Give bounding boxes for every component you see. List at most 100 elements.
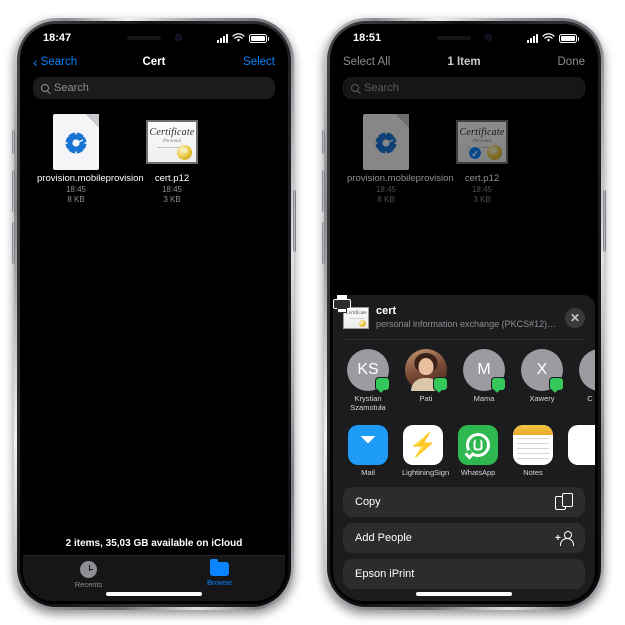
contact-item[interactable]: X Xawery (519, 349, 565, 412)
provisioning-profile-icon (363, 114, 409, 170)
certificate-seal-icon (487, 145, 502, 160)
avatar (405, 349, 448, 391)
battery-icon (249, 33, 269, 43)
file-item-cert[interactable]: Certificate Personal ✓ cert.p12 18:45 3 … (443, 113, 521, 205)
share-item-subtitle: personal information exchange (PKCS#12) … (376, 319, 558, 329)
printer-icon (333, 295, 351, 313)
file-item-provisioning[interactable]: provision.mobileprovision 18:45 8 KB (37, 113, 144, 205)
home-indicator[interactable] (106, 592, 202, 596)
file-icon-wrap: Certificate Personal ✓ (443, 113, 521, 171)
contact-name: Mama (473, 394, 495, 403)
share-item-title: cert (376, 305, 397, 317)
app-item-partial[interactable] (567, 425, 595, 477)
status-bar-indicators (217, 33, 269, 43)
avatar-initials: C (594, 361, 595, 378)
earpiece-speaker-icon (436, 35, 471, 40)
front-camera-icon (174, 34, 182, 41)
certificate-title: Certificate (459, 127, 505, 138)
action-label: Epson iPrint (355, 568, 415, 580)
power-button[interactable] (293, 190, 296, 252)
left-phone: 18:47 ‹ Search Cert Select Search provis… (12, 18, 296, 610)
certificate-seal-icon (177, 145, 192, 160)
tab-browse[interactable]: Browse (154, 559, 285, 587)
battery-icon (559, 33, 579, 43)
file-size: 8 KB (377, 194, 395, 204)
file-name: cert.p12 (154, 173, 190, 184)
app-label: LightiningSign (402, 468, 450, 477)
action-row-copy[interactable]: Copy (343, 487, 585, 517)
contact-item[interactable]: Pati (403, 349, 449, 412)
volume-down-button[interactable] (322, 222, 325, 264)
app-item-whatsapp[interactable]: WhatsApp (457, 425, 499, 477)
contact-item[interactable]: KS Krystian Szamotuła (345, 349, 391, 412)
contact-name: Xawery (529, 394, 555, 403)
left-phone-screen: 18:47 ‹ Search Cert Select Search provis… (23, 27, 285, 601)
avatar: X (521, 349, 564, 391)
close-icon[interactable]: ✕ (565, 307, 585, 328)
power-button[interactable] (603, 190, 606, 252)
action-row-epson-iprint[interactable]: Epson iPrint (333, 295, 585, 589)
search-input[interactable]: Search (33, 77, 275, 99)
file-item-cert[interactable]: Certificate Personal cert.p12 18:45 3 KB (133, 113, 211, 205)
file-grid: provision.mobileprovision 18:45 8 KB Cer… (23, 107, 285, 205)
action-list: Copy Add People + Epson iPrint (333, 295, 595, 589)
file-item-provisioning[interactable]: provision.mobileprovision 18:45 8 KB (347, 113, 454, 205)
search-placeholder: Search (364, 82, 399, 94)
notes-header-band (513, 425, 553, 435)
action-card-add-people: Add People + (343, 523, 585, 553)
select-button[interactable]: Select (243, 56, 275, 68)
notes-lines (517, 438, 549, 463)
contact-name: Krystian Szamotuła (350, 394, 386, 412)
apps-row[interactable]: Mail ⚡ LightiningSign WhatsApp Notes (333, 418, 595, 483)
action-label: Copy (355, 496, 381, 508)
file-time: 18:45 (161, 184, 183, 194)
select-all-button[interactable]: Select All (343, 56, 390, 68)
file-time: 18:45 (375, 184, 397, 194)
volume-up-button[interactable] (12, 170, 15, 212)
right-phone: 18:51 Select All 1 Item Done Search prov… (322, 18, 606, 610)
avatar-initials: X (536, 361, 548, 378)
certificate-title: Certificate (149, 127, 195, 138)
app-item-notes[interactable]: Notes (512, 425, 554, 477)
search-input[interactable]: Search (343, 77, 585, 99)
contact-item[interactable]: C C Rada (577, 349, 595, 412)
app-item-lightningsign[interactable]: ⚡ LightiningSign (402, 425, 450, 477)
contacts-row[interactable]: KS Krystian Szamotuła Pati M Mama X Xawe… (333, 340, 595, 418)
gear-icon (63, 130, 89, 156)
cellular-signal-icon (217, 33, 228, 43)
app-item-mail[interactable]: Mail (347, 425, 389, 477)
footer-status-text: 2 items, 35,03 GB available on iCloud (65, 538, 243, 549)
back-button-label: Search (40, 56, 78, 68)
status-bar-indicators (527, 33, 579, 43)
contact-item[interactable]: M Mama (461, 349, 507, 412)
action-row-add-people[interactable]: Add People + (343, 523, 585, 553)
file-time: 18:45 (471, 184, 493, 194)
file-size: 3 KB (473, 194, 491, 204)
mute-switch[interactable] (322, 130, 325, 154)
share-sheet: Certificate cert personal information ex… (333, 295, 595, 601)
whatsapp-handset (473, 439, 483, 451)
messages-icon (375, 377, 390, 391)
plus-glyph: + (555, 533, 561, 544)
search-container: Search (23, 75, 285, 107)
provisioning-profile-icon (53, 114, 99, 170)
file-size: 3 KB (163, 194, 181, 204)
wifi-icon (542, 33, 555, 42)
navigation-bar: ‹ Search Cert Select (23, 49, 285, 75)
done-button[interactable]: Done (558, 56, 586, 68)
notes-icon (513, 425, 553, 465)
screenshot-stage: 18:47 ‹ Search Cert Select Search provis… (0, 0, 625, 625)
right-phone-screen: 18:51 Select All 1 Item Done Search prov… (333, 27, 595, 601)
tab-recents[interactable]: Recents (23, 561, 154, 589)
volume-down-button[interactable] (12, 222, 15, 264)
mute-switch[interactable] (12, 130, 15, 154)
volume-up-button[interactable] (322, 170, 325, 212)
envelope-flap (355, 436, 381, 454)
lightning-icon: ⚡ (403, 425, 443, 465)
search-icon (41, 84, 49, 92)
chevron-left-icon: ‹ (33, 54, 38, 70)
earpiece-speaker-icon (126, 35, 161, 40)
home-indicator[interactable] (416, 592, 512, 596)
back-button[interactable]: ‹ Search (33, 55, 77, 69)
avatar: C (579, 349, 595, 391)
